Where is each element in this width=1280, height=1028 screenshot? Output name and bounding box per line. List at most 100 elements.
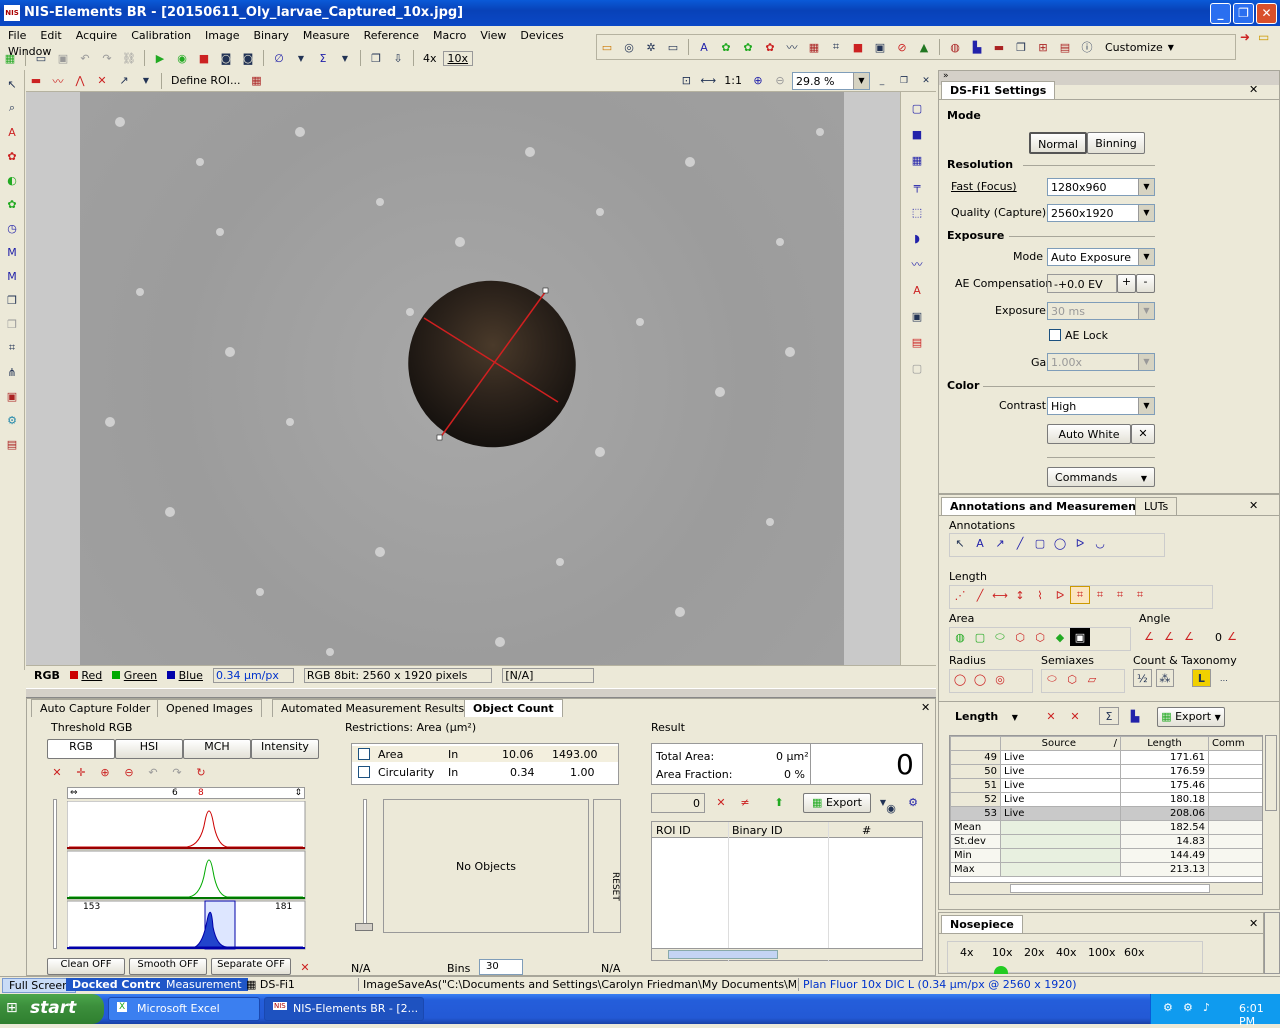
length-dropdown[interactable]: Length ▼ xyxy=(949,707,1029,727)
fit-icon[interactable]: ⊡ xyxy=(676,72,696,90)
tab-luts[interactable]: LUTs xyxy=(1135,497,1178,515)
area-auto-icon[interactable]: ◍ xyxy=(950,628,970,646)
full-screen-button[interactable]: Full Screen xyxy=(2,978,77,993)
tab-auto-capture-folder[interactable]: Auto Capture Folder xyxy=(31,699,160,717)
tray-settings-icon[interactable]: ⚙ xyxy=(1183,1001,1193,1014)
close-icon[interactable]: ✕ xyxy=(921,701,930,714)
chevron-down-icon[interactable]: ▼ xyxy=(335,49,355,67)
mode-intensity-button[interactable]: Intensity xyxy=(251,739,319,759)
define-roi-button[interactable]: Define ROI... xyxy=(167,74,244,87)
fast-focus-select[interactable]: 1280x960 ▼ xyxy=(1047,178,1155,196)
length-grid3-icon[interactable]: ⌗ xyxy=(1110,586,1130,604)
mode-rgb-button[interactable]: RGB xyxy=(47,739,115,759)
freehand-tool-icon[interactable]: ◡ xyxy=(1090,534,1110,552)
maximize-button[interactable]: ❐ xyxy=(1233,3,1254,24)
more-icon[interactable]: … xyxy=(1215,669,1233,687)
customize-menu[interactable]: Customize xyxy=(1105,41,1163,54)
angle-extra-icon[interactable]: ∠ xyxy=(1222,627,1242,645)
col-source[interactable]: Source / xyxy=(1000,736,1121,751)
arrow-tool-icon[interactable]: ↗ xyxy=(114,72,134,90)
area-rect-icon[interactable]: ▢ xyxy=(970,628,990,646)
undo-threshold-icon[interactable]: ↶ xyxy=(143,763,163,781)
waveform-icon[interactable]: 〰 xyxy=(907,254,927,274)
menu-file[interactable]: File xyxy=(0,26,32,42)
ellipse-tool-icon[interactable]: ◯ xyxy=(1050,534,1070,552)
zoom-select[interactable]: 29.8 % ▼ xyxy=(792,71,870,90)
profile-icon[interactable]: ⋀ xyxy=(70,72,90,90)
graph-icon[interactable]: ▤ xyxy=(907,332,927,352)
report-icon[interactable]: ▬ xyxy=(989,38,1009,56)
col-length[interactable]: Length xyxy=(1120,736,1209,751)
table-row[interactable]: 51 Live 175.46 xyxy=(950,778,1262,793)
sum-icon[interactable]: Σ xyxy=(313,49,333,67)
taskbar-nis-elements[interactable]: NIS NIS-Elements BR - [2... xyxy=(264,997,424,1021)
menu-reference[interactable]: Reference xyxy=(356,26,425,42)
col-count[interactable]: # xyxy=(862,824,871,837)
channel-red-tab[interactable]: Red xyxy=(69,669,102,682)
ruler-icon[interactable]: ▬ xyxy=(26,72,46,90)
save-icon[interactable]: ▣ xyxy=(53,49,73,67)
table-row[interactable]: 50 Live 176.59 xyxy=(950,764,1262,779)
channel-blue-tab[interactable]: Blue xyxy=(167,669,203,682)
circularity-checkbox[interactable] xyxy=(358,766,370,778)
exposure-mode-select[interactable]: Auto Exposure ▼ xyxy=(1047,248,1155,266)
table-row-selected[interactable]: 53 Live 208.06 xyxy=(950,806,1262,821)
overlay-icon[interactable]: ◍ xyxy=(945,38,965,56)
tab-object-count[interactable]: Object Count xyxy=(464,699,563,717)
pick-add-icon[interactable]: ⊕ xyxy=(95,763,115,781)
window-icon[interactable]: ▭ xyxy=(663,38,683,56)
taxonomy-icon[interactable]: ✿ xyxy=(760,38,780,56)
area-fill-icon[interactable]: ◆ xyxy=(1050,628,1070,646)
length-grid2-icon[interactable]: ⌗ xyxy=(1090,586,1110,604)
normal-button[interactable]: Normal xyxy=(1029,132,1087,154)
rectangle-tool-icon[interactable]: ▢ xyxy=(1030,534,1050,552)
export-tool-icon[interactable]: ▤ xyxy=(2,434,22,454)
tab-opened-images[interactable]: Opened Images xyxy=(157,699,262,717)
close-button[interactable]: ✕ xyxy=(1256,3,1277,24)
measurement-export-button[interactable]: ▦ Export ▼ xyxy=(1157,707,1225,727)
exposure-time-select[interactable]: 30 ms ▼ xyxy=(1047,302,1155,320)
delete-measurement-icon[interactable]: ✕ xyxy=(1041,707,1061,725)
folder-open-icon[interactable]: ▭ xyxy=(1258,30,1274,44)
length-grid-icon[interactable]: ⌗ xyxy=(1070,586,1090,604)
window-tool-icon[interactable]: ▣ xyxy=(2,386,22,406)
angle-4pt-icon[interactable]: ∠ xyxy=(1159,627,1179,645)
ae-minus-button[interactable]: - xyxy=(1136,274,1155,293)
restriction-row[interactable]: Area In 10.06 1493.00 xyxy=(352,746,618,762)
options-icon[interactable]: ◉ xyxy=(881,799,901,817)
tray-volume-icon[interactable]: ♪ xyxy=(1203,1001,1210,1014)
table-view-icon[interactable]: ▦ xyxy=(907,150,927,170)
grid-icon[interactable]: ▦ xyxy=(804,38,824,56)
camera-icon[interactable]: ◙ xyxy=(216,49,236,67)
tray-network-icon[interactable]: ⚙ xyxy=(1163,1001,1173,1014)
count-grid-icon[interactable]: ⁂ xyxy=(1155,669,1175,687)
roi-rect-icon[interactable]: ▢ xyxy=(907,98,927,118)
count-add-icon[interactable]: ⬆ xyxy=(769,793,789,811)
play-icon[interactable]: ▶ xyxy=(150,49,170,67)
clean-toggle[interactable]: Clean OFF xyxy=(47,958,125,975)
info-icon[interactable]: ⓘ xyxy=(1077,38,1097,56)
auto-white-button[interactable]: Auto White xyxy=(1047,424,1131,444)
refresh-icon[interactable]: ↻ xyxy=(191,763,211,781)
annotation-icon[interactable]: A xyxy=(694,38,714,56)
measurement-vscrollbar[interactable] xyxy=(1265,735,1277,811)
count-clear-icon[interactable]: ≠ xyxy=(735,793,755,811)
tab-automated-measurement-results[interactable]: Automated Measurement Results xyxy=(272,699,474,717)
pick-sub-icon[interactable]: ⊖ xyxy=(119,763,139,781)
delete-icon[interactable]: ✕ xyxy=(92,72,112,90)
select-rect-icon[interactable]: ⬚ xyxy=(907,202,927,222)
length-horizontal-icon[interactable]: ⟷ xyxy=(990,586,1010,604)
minimize-button[interactable]: _ xyxy=(1210,3,1231,24)
close-icon[interactable]: ✕ xyxy=(1249,83,1258,96)
reset-button[interactable]: RESET xyxy=(593,799,621,933)
mode-hsi-button[interactable]: HSI xyxy=(115,739,183,759)
menu-image[interactable]: Image xyxy=(197,26,245,42)
line-tool-icon[interactable]: ╱ xyxy=(1010,534,1030,552)
measurement-button[interactable]: Measurement xyxy=(160,978,248,991)
copy-icon[interactable]: ❐ xyxy=(366,49,386,67)
radius-3pt-icon[interactable]: ◯ xyxy=(970,670,990,688)
chevron-down-icon[interactable]: ▼ xyxy=(136,72,156,90)
size-slider[interactable]: ⇔ 6 8 ⇕ xyxy=(67,787,305,799)
length-line-icon[interactable]: ╱ xyxy=(970,586,990,604)
color-icon[interactable]: ■ xyxy=(848,38,868,56)
